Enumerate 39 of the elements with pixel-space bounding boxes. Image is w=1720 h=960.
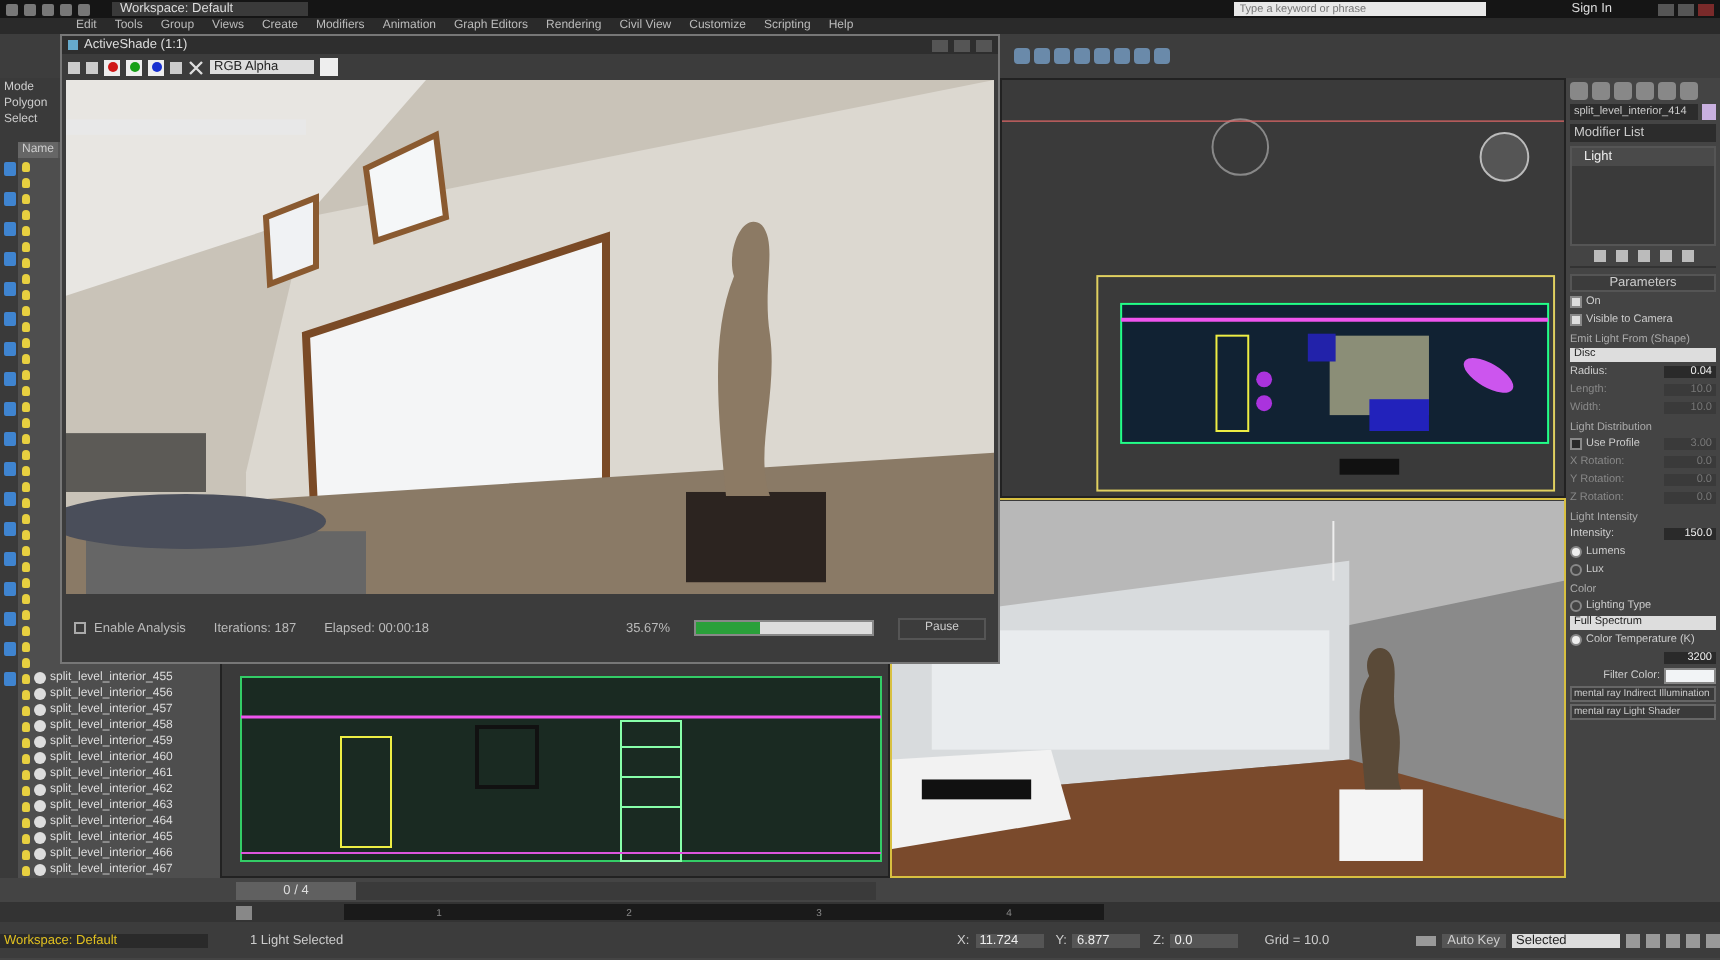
explorer-tool-icon[interactable] xyxy=(3,552,15,566)
explorer-tool-icon[interactable] xyxy=(3,462,15,476)
object-color-swatch[interactable] xyxy=(1702,104,1716,120)
toolbar-icon[interactable] xyxy=(170,61,182,73)
explorer-tool-icon[interactable] xyxy=(3,162,15,176)
clear-icon[interactable] xyxy=(188,59,204,75)
explorer-tool-icon[interactable] xyxy=(3,342,15,356)
checkbox[interactable] xyxy=(74,622,86,634)
minimize-button[interactable] xyxy=(1658,3,1674,15)
radio-button[interactable] xyxy=(1570,546,1582,558)
explorer-tool-icon[interactable] xyxy=(3,252,15,266)
mono-swatch[interactable] xyxy=(320,58,338,76)
color-swatch[interactable] xyxy=(1664,668,1716,684)
explorer-tool-icon[interactable] xyxy=(3,402,15,416)
explorer-tool-icon[interactable] xyxy=(3,372,15,386)
explorer-tool-icon[interactable] xyxy=(3,192,15,206)
radio-button[interactable] xyxy=(1570,600,1582,612)
checkbox[interactable] xyxy=(1570,314,1582,326)
explorer-tool-icon[interactable] xyxy=(3,522,15,536)
maximize-button[interactable] xyxy=(1678,3,1694,15)
explorer-tool-icon[interactable] xyxy=(3,672,15,686)
explorer-tool-icon[interactable] xyxy=(3,492,15,506)
checkbox[interactable] xyxy=(1570,296,1582,308)
explorer-tool-icon[interactable] xyxy=(3,282,15,296)
explorer-tool-icon[interactable] xyxy=(3,432,15,446)
maximize-button[interactable] xyxy=(954,39,970,51)
explorer-tool-icon[interactable] xyxy=(3,222,15,236)
close-button[interactable] xyxy=(976,39,992,51)
close-button[interactable] xyxy=(1698,3,1714,15)
minimize-button[interactable] xyxy=(932,39,948,51)
explorer-tool-icon[interactable] xyxy=(3,642,15,656)
checkbox[interactable] xyxy=(1570,438,1582,450)
radio-button[interactable] xyxy=(1570,634,1582,646)
explorer-tool-icon[interactable] xyxy=(3,582,15,596)
toolbar-icon[interactable] xyxy=(86,61,98,73)
explorer-tool-icon[interactable] xyxy=(3,312,15,326)
explorer-tool-icon[interactable] xyxy=(3,612,15,626)
window-icon xyxy=(68,40,78,50)
radio-button[interactable] xyxy=(1570,564,1582,576)
